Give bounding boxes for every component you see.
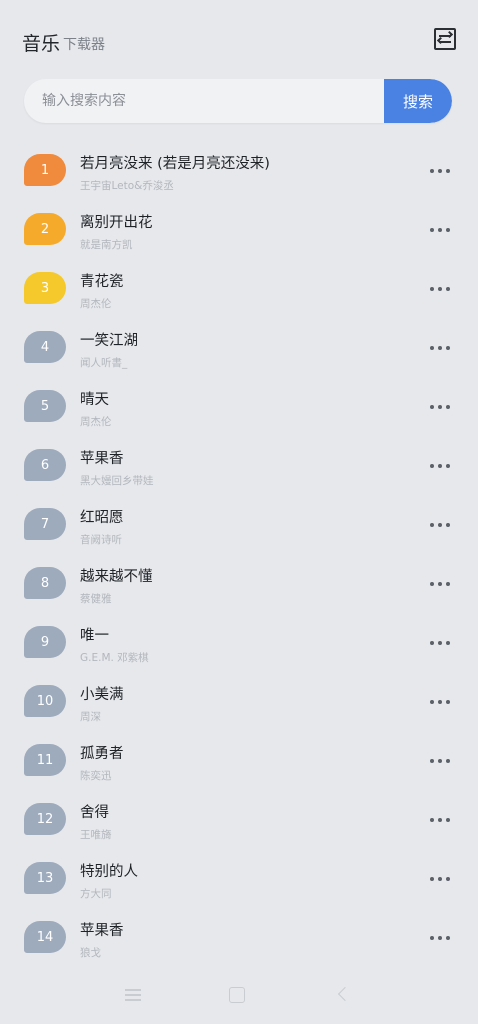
song-artist: 黑大嫚回乡带娃 (80, 475, 154, 487)
more-options-icon[interactable] (430, 518, 450, 532)
search-button[interactable]: 搜索 (384, 79, 452, 123)
system-navbar (0, 978, 478, 1014)
rank-badge: 2 (24, 213, 66, 245)
more-options-icon[interactable] (430, 400, 450, 414)
song-artist: 陈奕迅 (80, 770, 112, 782)
song-title: 小美满 (80, 687, 124, 703)
song-artist: 周杰伦 (80, 298, 112, 310)
song-artist: 王宇宙Leto&乔浚丞 (80, 180, 174, 192)
home-icon[interactable] (229, 987, 245, 1003)
more-options-icon[interactable] (430, 754, 450, 768)
rank-badge: 5 (24, 390, 66, 422)
song-title: 红昭愿 (80, 510, 124, 526)
rank-badge: 11 (24, 744, 66, 776)
more-options-icon[interactable] (430, 459, 450, 473)
rank-badge: 6 (24, 449, 66, 481)
song-artist: 闻人听書_ (80, 357, 128, 369)
rank-badge: 13 (24, 862, 66, 894)
more-options-icon[interactable] (430, 223, 450, 237)
song-list: 1 若月亮没来 (若是月亮还没来) 王宇宙Leto&乔浚丞 2 离别开出花就是南方凯 3 青… (0, 144, 478, 970)
search-bar: 搜索 (24, 79, 452, 123)
more-options-icon[interactable] (430, 695, 450, 709)
app-title: 音乐 (22, 33, 61, 55)
more-options-icon[interactable] (430, 577, 450, 591)
more-options-icon[interactable] (430, 164, 450, 178)
search-input[interactable] (24, 79, 384, 123)
rank-badge: 8 (24, 567, 66, 599)
song-row[interactable]: 14 苹果香狼戈 (0, 911, 478, 970)
menu-icon[interactable] (125, 989, 141, 1001)
song-row[interactable]: 11 孤勇者陈奕迅 (0, 734, 478, 793)
rank-badge: 9 (24, 626, 66, 658)
rank-badge: 14 (24, 921, 66, 953)
song-artist: 王唯旖 (80, 829, 112, 841)
song-row[interactable]: 9 唯一 G.E.M. 邓紫棋 (0, 616, 478, 675)
song-title: 孤勇者 (80, 746, 124, 762)
song-title: 舍得 (80, 805, 109, 821)
song-title: 特别的人 (80, 864, 138, 880)
more-options-icon[interactable] (430, 341, 450, 355)
song-title: 越来越不懂 (80, 569, 153, 585)
song-artist: 就是南方凯 (80, 239, 133, 251)
song-artist: 周杰伦 (80, 416, 112, 428)
song-title: 苹果香 (80, 451, 124, 467)
song-title: 一笑江湖 (80, 333, 138, 349)
song-artist: G.E.M. 邓紫棋 (80, 652, 149, 664)
song-row[interactable]: 5 晴天周杰伦 (0, 380, 478, 439)
more-options-icon[interactable] (430, 813, 450, 827)
rank-badge: 1 (24, 154, 66, 186)
rank-badge: 4 (24, 331, 66, 363)
song-artist: 狼戈 (80, 947, 101, 959)
more-options-icon[interactable] (430, 282, 450, 296)
song-artist: 周深 (80, 711, 101, 723)
song-row[interactable]: 7 红昭愿音阙诗听 (0, 498, 478, 557)
song-title: 晴天 (80, 392, 109, 408)
app-subtitle: 下载器 (63, 37, 106, 53)
song-title: 苹果香 (80, 923, 124, 939)
song-row[interactable]: 8 越来越不懂蔡健雅 (0, 557, 478, 616)
swap-icon[interactable] (434, 28, 456, 50)
song-row[interactable]: 13 特别的人方大同 (0, 852, 478, 911)
back-icon[interactable] (337, 986, 353, 1002)
song-title: 青花瓷 (80, 274, 124, 290)
song-title: 离别开出花 (80, 215, 153, 231)
more-options-icon[interactable] (430, 872, 450, 886)
rank-badge: 7 (24, 508, 66, 540)
song-row[interactable]: 3 青花瓷周杰伦 (0, 262, 478, 321)
song-row[interactable]: 10 小美满周深 (0, 675, 478, 734)
song-row[interactable]: 1 若月亮没来 (若是月亮还没来) 王宇宙Leto&乔浚丞 (0, 144, 478, 203)
more-options-icon[interactable] (430, 931, 450, 945)
app-header: 音乐 下载器 (22, 26, 456, 56)
song-row[interactable]: 2 离别开出花就是南方凯 (0, 203, 478, 262)
song-row[interactable]: 6 苹果香黑大嫚回乡带娃 (0, 439, 478, 498)
song-row[interactable]: 12 舍得王唯旖 (0, 793, 478, 852)
rank-badge: 12 (24, 803, 66, 835)
song-title: 若月亮没来 (若是月亮还没来) (80, 156, 270, 172)
more-options-icon[interactable] (430, 636, 450, 650)
rank-badge: 10 (24, 685, 66, 717)
song-title: 唯一 (80, 628, 109, 644)
song-artist: 方大同 (80, 888, 112, 900)
rank-badge: 3 (24, 272, 66, 304)
song-artist: 音阙诗听 (80, 534, 122, 546)
song-row[interactable]: 4 一笑江湖闻人听書_ (0, 321, 478, 380)
song-artist: 蔡健雅 (80, 593, 112, 605)
